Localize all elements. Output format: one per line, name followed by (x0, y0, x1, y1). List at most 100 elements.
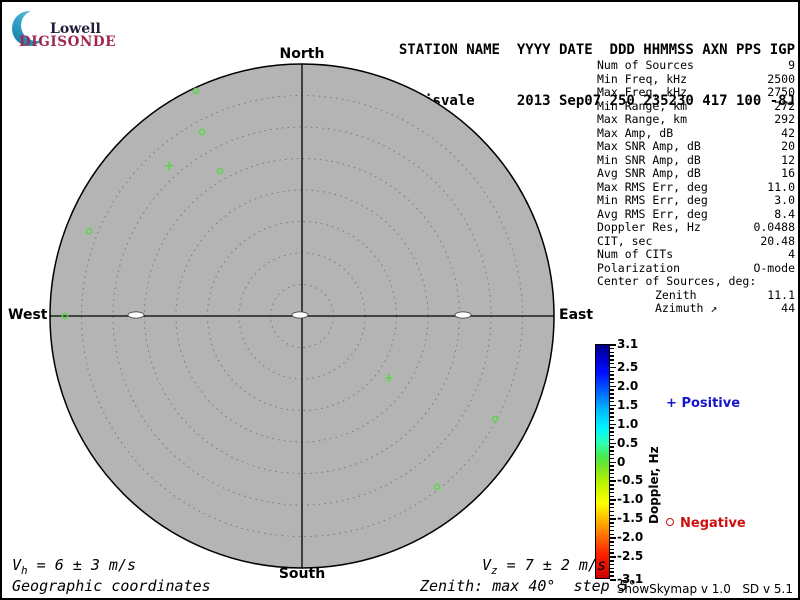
colorbar-minor-tick (610, 431, 614, 433)
compass-east-label: East (559, 307, 594, 323)
colorbar-minor-tick (610, 397, 614, 399)
colorbar-major-tick (610, 344, 616, 346)
colorbar-minor-tick (610, 491, 614, 494)
colorbar-major-tick (610, 366, 616, 369)
colorbar-tick-label: -1.5 (617, 511, 644, 526)
colorbar-minor-tick (610, 529, 614, 532)
colorbar-minor-tick (610, 389, 614, 391)
legend-negative: Negative (666, 516, 746, 531)
colorbar-tick-label: -1.0 (617, 492, 644, 507)
colorbar-minor-tick (610, 453, 614, 456)
colorbar-minor-tick (610, 374, 614, 376)
colorbar-major-tick (610, 556, 616, 558)
colorbar-minor-tick (610, 416, 614, 418)
colorbar-tick-label: -2.5 (617, 549, 644, 564)
colorbar-minor-tick (610, 419, 614, 422)
vz-subscript: z (491, 564, 498, 577)
colorbar-major-tick (610, 423, 616, 426)
colorbar-minor-tick (610, 465, 614, 467)
colorbar-minor-tick (610, 476, 614, 479)
white-oval-marker (291, 311, 309, 319)
open-circle-icon (666, 518, 674, 526)
colorbar-minor-tick (610, 567, 614, 570)
colorbar-minor-tick (610, 446, 614, 448)
plus-icon: + (666, 396, 677, 411)
colorbar-minor-tick (610, 563, 614, 566)
colorbar-minor-tick (610, 359, 614, 361)
coordinates-mode-label: Geographic coordinates (12, 577, 211, 595)
colorbar-tick-label: 3.1 (617, 337, 639, 351)
colorbar-minor-tick (610, 393, 614, 395)
legend-negative-label: Negative (680, 516, 746, 531)
colorbar-minor-tick (610, 362, 614, 365)
vh-value: = 6 ± 3 m/s (27, 556, 137, 574)
colorbar-minor-tick (610, 548, 614, 551)
colorbar-minor-tick (610, 434, 614, 437)
colorbar-minor-tick (610, 560, 614, 562)
colorbar-tick-label: 1.5 (617, 397, 639, 412)
doppler-colorbar (595, 344, 610, 579)
colorbar-minor-tick (610, 355, 614, 357)
colorbar-minor-tick (610, 370, 614, 373)
colorbar-minor-tick (610, 552, 614, 554)
software-version-label: ShowSkymap v 1.0 SD v 5.1 (616, 582, 793, 596)
zenith-grid-note: Zenith: max 40° step 5° (420, 577, 637, 595)
colorbar-major-tick (610, 518, 616, 520)
colorbar-minor-tick (610, 571, 614, 573)
colorbar-tick-label: 2.0 (617, 378, 639, 393)
colorbar-minor-tick (610, 412, 614, 414)
compass-west-label: West (8, 307, 48, 323)
colorbar-minor-tick (610, 522, 614, 524)
colorbar-major-tick (610, 480, 616, 482)
colorbar-minor-tick (610, 510, 614, 513)
colorbar-tick-label: -2.0 (617, 530, 644, 545)
colorbar-minor-tick (610, 484, 614, 486)
vz-value: = 7 ± 2 m/s (497, 556, 607, 574)
colorbar-minor-tick (610, 450, 614, 452)
colorbar-tick-label: 0 (617, 454, 626, 469)
colorbar-minor-tick (610, 408, 614, 410)
white-oval-marker (127, 311, 145, 319)
skymap-window: Lowell DIGISONDE STATION NAME YYYY DATE … (0, 0, 800, 600)
white-oval-marker (454, 311, 472, 319)
colorbar-tick-label: 1.0 (617, 416, 639, 431)
colorbar-major-tick (610, 499, 616, 501)
compass-north-label: North (279, 46, 325, 62)
vh-symbol: V (12, 556, 22, 574)
colorbar-minor-tick (610, 533, 614, 536)
colorbar-minor-tick (610, 544, 614, 547)
colorbar-minor-tick (610, 351, 614, 354)
colorbar-minor-tick (610, 506, 614, 509)
colorbar-major-tick (610, 404, 616, 407)
colorbar-major-tick (610, 537, 616, 539)
doppler-axis-label: Doppler, Hz (647, 446, 661, 524)
colorbar-minor-tick (610, 400, 614, 403)
compass-south-label: South (278, 566, 326, 582)
colorbar-minor-tick (610, 381, 614, 384)
legend-positive-label: Positive (681, 396, 741, 411)
colorbar-minor-tick (610, 347, 614, 350)
colorbar-minor-tick (610, 457, 614, 460)
colorbar-minor-tick (610, 469, 614, 471)
colorbar-minor-tick (610, 495, 614, 498)
vz-symbol: V (482, 556, 492, 574)
colorbar-major-tick (610, 385, 616, 388)
horizontal-velocity-readout: Vh = 6 ± 3 m/s (12, 556, 136, 577)
legend-positive: + Positive (666, 396, 740, 411)
colorbar-minor-tick (610, 503, 614, 505)
colorbar-major-tick (610, 461, 616, 463)
colorbar-minor-tick (610, 438, 614, 441)
colorbar-minor-tick (610, 472, 614, 475)
colorbar-tick-label: 0.5 (617, 435, 639, 450)
skymap-polar-plot (49, 63, 555, 569)
colorbar-minor-tick (610, 427, 614, 429)
colorbar-tick-label: -0.5 (617, 473, 644, 488)
colorbar-minor-tick (610, 488, 614, 490)
colorbar-minor-tick (610, 541, 614, 543)
colorbar-minor-tick (610, 525, 614, 528)
colorbar-tick-label: 2.5 (617, 359, 639, 374)
colorbar-major-tick (610, 442, 616, 445)
colorbar-minor-tick (610, 514, 614, 517)
vh-subscript: h (21, 564, 28, 577)
vertical-velocity-readout: Vz = 7 ± 2 m/s (482, 556, 606, 577)
